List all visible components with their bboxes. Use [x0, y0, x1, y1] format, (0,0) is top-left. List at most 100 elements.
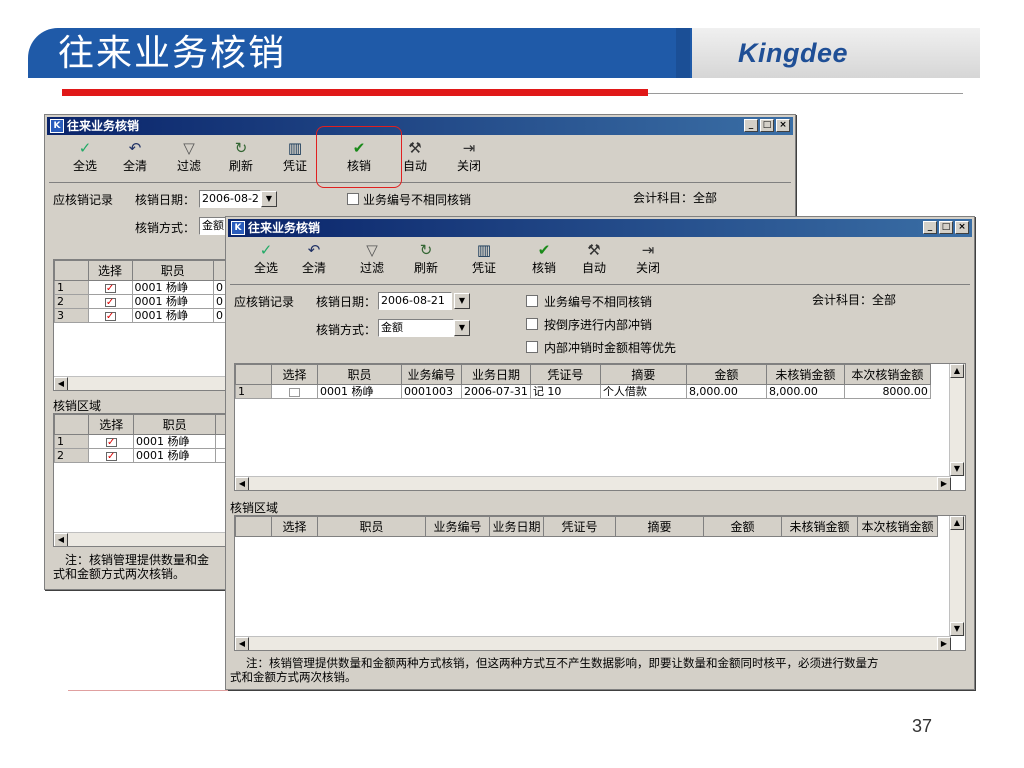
date-label: 核销日期：	[135, 193, 196, 207]
scroll-left-button[interactable]: ◀	[235, 477, 249, 490]
horizontal-scrollbar[interactable]: ◀ ▶	[235, 636, 951, 650]
column-header[interactable]: 职员	[317, 516, 426, 537]
date-label: 核销日期：	[316, 295, 377, 309]
note-text: 式和金额方式两次核销。	[53, 567, 186, 581]
column-header[interactable]: 本次核销金额	[843, 364, 931, 385]
selected-checkbox[interactable]: ✓	[104, 311, 116, 321]
column-header[interactable]: 业务编号	[425, 516, 490, 537]
column-header[interactable]: 业务日期	[461, 364, 531, 385]
reverse-order-checkbox[interactable]	[526, 318, 538, 330]
close-button[interactable]: ×	[955, 221, 969, 234]
scroll-up-button[interactable]: ▲	[950, 516, 964, 530]
horizontal-scrollbar[interactable]: ◀ ▶	[235, 476, 951, 490]
toolbar-settle-button[interactable]: ✔ 核销	[524, 239, 564, 285]
table-row[interactable]: 1 0001 杨峥 0001003 2006-07-31 记 10 个人借款 8…	[235, 384, 931, 399]
toolbar-filter-button[interactable]: ▽ 过滤	[169, 137, 209, 183]
column-header[interactable]: 金额	[703, 516, 782, 537]
toolbar-auto-button[interactable]: ⚒ 自动	[574, 239, 614, 285]
filter-icon: ▽	[366, 241, 378, 259]
scroll-up-button[interactable]: ▲	[950, 364, 964, 378]
scroll-left-button[interactable]: ◀	[54, 533, 68, 546]
undo-icon: ↶	[307, 241, 321, 259]
toolbar-voucher-button[interactable]: ▥ 凭证	[275, 137, 315, 183]
column-header[interactable]: 选择	[87, 260, 133, 281]
toolbar-voucher-button[interactable]: ▥ 凭证	[464, 239, 504, 285]
page-number: 37	[912, 716, 933, 736]
column-header[interactable]: 摘要	[599, 364, 687, 385]
column-header[interactable]: 摘要	[615, 516, 704, 537]
table-row[interactable]: 1 ✓ 0001 杨峥 0	[54, 280, 226, 295]
horizontal-scrollbar[interactable]: ◀	[54, 532, 226, 546]
table-row[interactable]: 2 ✓ 0001 杨峥 0	[54, 294, 226, 309]
equal-amount-priority-label: 内部冲销时金额相等优先	[544, 341, 677, 355]
date-field[interactable]: 2006-08-21	[378, 292, 452, 310]
horizontal-scrollbar[interactable]: ◀	[54, 376, 226, 390]
method-field[interactable]: 金额	[378, 319, 454, 337]
toolbar-select-all-button[interactable]: ✓ 全选	[246, 239, 286, 285]
back-window-titlebar[interactable]: K 往来业务核销 _ □ ×	[47, 117, 793, 135]
unselected-checkbox[interactable]	[289, 387, 300, 397]
vertical-scrollbar[interactable]: ▲ ▼	[949, 516, 965, 636]
selected-checkbox[interactable]: ✓	[104, 283, 116, 293]
toolbar-refresh-button[interactable]: ↻ 刷新	[221, 137, 261, 183]
toolbar-clear-button[interactable]: ↶ 全清	[294, 239, 334, 285]
refresh-icon: ↻	[234, 139, 248, 157]
scroll-right-button[interactable]: ▶	[937, 637, 951, 650]
different-number-checkbox[interactable]	[347, 193, 359, 205]
front-window-titlebar[interactable]: K 往来业务核销 _ □ ×	[228, 219, 972, 237]
date-dropdown-button[interactable]: ▼	[261, 191, 277, 207]
selected-checkbox[interactable]: ✓	[105, 437, 117, 447]
method-field[interactable]: 金额	[199, 217, 227, 235]
toolbar-clear-button[interactable]: ↶ 全清	[115, 137, 155, 183]
refresh-icon: ↻	[419, 241, 433, 259]
method-dropdown-button[interactable]: ▼	[454, 320, 470, 336]
scroll-left-button[interactable]: ◀	[235, 637, 249, 650]
scroll-left-button[interactable]: ◀	[54, 377, 68, 390]
table-row[interactable]: 1 ✓ 0001 杨峥	[54, 434, 226, 449]
column-header[interactable]: 选择	[271, 364, 318, 385]
equal-amount-priority-checkbox[interactable]	[526, 341, 538, 353]
window-title: 往来业务核销	[248, 221, 321, 235]
minimize-button[interactable]: _	[923, 221, 937, 234]
table-row[interactable]: 3 ✓ 0001 杨峥 0	[54, 308, 226, 323]
minimize-button[interactable]: _	[744, 119, 758, 132]
scroll-down-button[interactable]: ▼	[950, 462, 964, 476]
column-header[interactable]: 职员	[131, 260, 214, 281]
back-record-grid: 选择 职员 1 ✓ 0001 杨峥 0 2 ✓ 0001 杨峥 0 3 ✓ 00…	[53, 259, 227, 391]
date-dropdown-button[interactable]: ▼	[454, 293, 470, 309]
column-header[interactable]: 选择	[88, 414, 135, 435]
toolbar-select-all-button[interactable]: ✓ 全选	[65, 137, 105, 183]
subject-label: 会计科目：全部	[633, 191, 718, 205]
selected-checkbox[interactable]: ✓	[104, 297, 116, 307]
column-header[interactable]: 凭证号	[543, 516, 616, 537]
column-header[interactable]: 业务编号	[401, 364, 462, 385]
column-header[interactable]: 业务日期	[489, 516, 544, 537]
selected-checkbox[interactable]: ✓	[105, 451, 117, 461]
maximize-button[interactable]: □	[939, 221, 953, 234]
column-header[interactable]: 选择	[271, 516, 318, 537]
maximize-button[interactable]: □	[760, 119, 774, 132]
column-header[interactable]: 职员	[133, 414, 217, 435]
column-header[interactable]: 本次核销金额	[857, 516, 938, 537]
title-bar-divider	[676, 28, 690, 78]
column-header[interactable]: 未核销金额	[765, 364, 845, 385]
toolbar-filter-button[interactable]: ▽ 过滤	[352, 239, 392, 285]
record-label: 应核销记录	[53, 193, 114, 207]
different-number-label: 业务编号不相同核销	[363, 193, 472, 207]
column-header[interactable]: 未核销金额	[781, 516, 858, 537]
column-header[interactable]: 金额	[685, 364, 767, 385]
table-row[interactable]: 2 ✓ 0001 杨峥	[54, 448, 226, 463]
column-header[interactable]: 职员	[317, 364, 402, 385]
close-button[interactable]: ×	[776, 119, 790, 132]
column-header[interactable]: 凭证号	[529, 364, 601, 385]
date-field[interactable]: 2006-08-21	[199, 190, 261, 208]
toolbar-close-button[interactable]: ⇥ 关闭	[628, 239, 668, 285]
vertical-scrollbar[interactable]: ▲ ▼	[949, 364, 965, 476]
scroll-right-button[interactable]: ▶	[937, 477, 951, 490]
select-all-icon: ✓	[259, 241, 273, 259]
method-label: 核销方式：	[316, 323, 377, 337]
scroll-down-button[interactable]: ▼	[950, 622, 964, 636]
toolbar-refresh-button[interactable]: ↻ 刷新	[406, 239, 446, 285]
toolbar-close-button[interactable]: ⇥ 关闭	[449, 137, 489, 183]
different-number-checkbox[interactable]	[526, 295, 538, 307]
